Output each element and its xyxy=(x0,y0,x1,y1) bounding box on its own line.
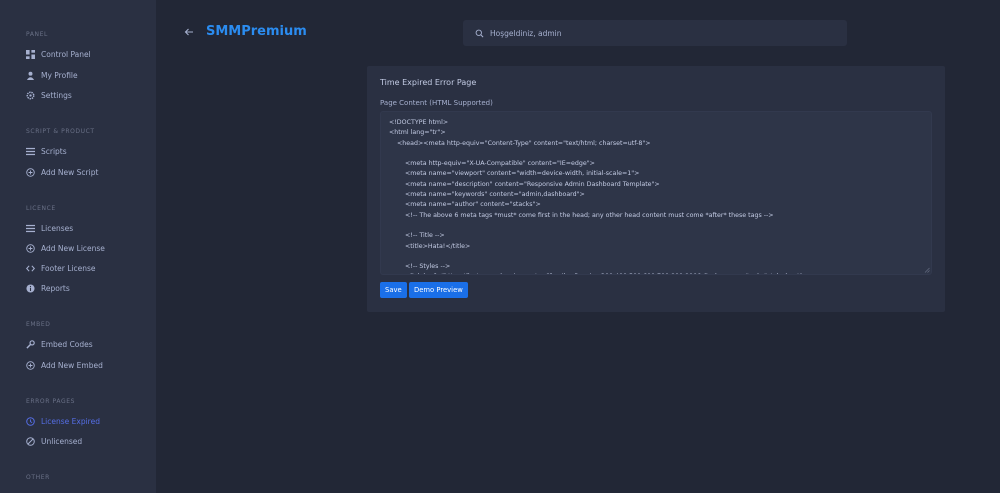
save-button[interactable]: Save xyxy=(380,282,407,298)
sidebar-item-label: Settings xyxy=(41,90,72,100)
sidebar-item-license-expired[interactable]: License Expired xyxy=(26,414,146,428)
sidebar-item-add-new-script[interactable]: Add New Script xyxy=(26,165,146,179)
list-icon xyxy=(26,147,35,156)
section-title-panel: PANEL xyxy=(26,31,48,38)
sidebar: PANEL Control Panel My Profile Settings … xyxy=(0,0,156,493)
sidebar-item-label: Reports xyxy=(41,283,70,293)
brand-logo[interactable]: SMMPremium xyxy=(206,24,307,39)
dashboard-icon xyxy=(26,49,35,59)
sidebar-item-control-panel[interactable]: Control Panel xyxy=(26,47,146,61)
sidebar-item-settings[interactable]: Settings xyxy=(26,88,146,102)
sidebar-item-footer-license[interactable]: Footer License xyxy=(26,261,146,275)
plus-circle-icon xyxy=(26,243,35,253)
section-title-embed: EMBED xyxy=(26,321,51,328)
clock-icon xyxy=(26,416,35,426)
sidebar-item-label: Add New Script xyxy=(41,167,99,177)
sidebar-item-my-profile[interactable]: My Profile xyxy=(26,68,146,82)
search-bar[interactable] xyxy=(463,20,847,46)
sidebar-item-label: Control Panel xyxy=(41,49,91,59)
section-title-script-product: SCRIPT & PRODUCT xyxy=(26,128,95,135)
sidebar-item-label: Footer License xyxy=(41,263,96,273)
sidebar-item-label: My Profile xyxy=(41,70,78,80)
search-icon xyxy=(475,29,484,37)
section-title-licence: LICENCE xyxy=(26,205,56,212)
resize-handle-icon[interactable] xyxy=(924,267,930,273)
sidebar-item-embed-codes[interactable]: Embed Codes xyxy=(26,337,146,351)
sidebar-item-label: License Expired xyxy=(41,416,100,426)
section-title-error-pages: ERROR PAGES xyxy=(26,398,76,405)
sidebar-item-label: Licenses xyxy=(41,223,74,233)
section-title-other: OTHER xyxy=(26,474,50,481)
ban-icon xyxy=(26,436,35,446)
sidebar-item-label: Embed Codes xyxy=(41,339,93,349)
sidebar-item-add-new-embed[interactable]: Add New Embed xyxy=(26,358,146,372)
search-input[interactable] xyxy=(490,28,790,38)
page-content-textarea[interactable]: <!DOCTYPE html> <html lang="tr"> <head><… xyxy=(380,111,932,275)
plus-circle-icon xyxy=(26,167,35,177)
page-content-text[interactable]: <!DOCTYPE html> <html lang="tr"> <head><… xyxy=(381,112,931,274)
list-icon xyxy=(26,224,35,233)
page-content-label: Page Content (HTML Supported) xyxy=(380,99,493,107)
sidebar-item-unlicensed[interactable]: Unlicensed xyxy=(26,434,146,448)
card-title: Time Expired Error Page xyxy=(380,78,477,87)
sidebar-item-reports[interactable]: Reports xyxy=(26,281,146,295)
sidebar-item-label: Unlicensed xyxy=(41,436,83,446)
plus-circle-icon xyxy=(26,360,35,370)
sidebar-item-licenses[interactable]: Licenses xyxy=(26,221,146,235)
wrench-icon xyxy=(26,339,35,349)
sidebar-item-add-new-license[interactable]: Add New License xyxy=(26,241,146,255)
gear-icon xyxy=(26,91,35,100)
sidebar-item-label: Add New License xyxy=(41,243,105,253)
sidebar-item-scripts[interactable]: Scripts xyxy=(26,144,146,158)
error-page-card: Time Expired Error Page Page Content (HT… xyxy=(367,66,945,312)
demo-preview-button[interactable]: Demo Preview xyxy=(409,282,468,298)
code-icon xyxy=(26,264,35,273)
sidebar-item-label: Scripts xyxy=(41,146,67,156)
back-arrow-icon[interactable] xyxy=(183,26,195,38)
sidebar-item-label: Add New Embed xyxy=(41,360,103,370)
info-icon xyxy=(26,283,35,293)
user-icon xyxy=(26,71,35,80)
